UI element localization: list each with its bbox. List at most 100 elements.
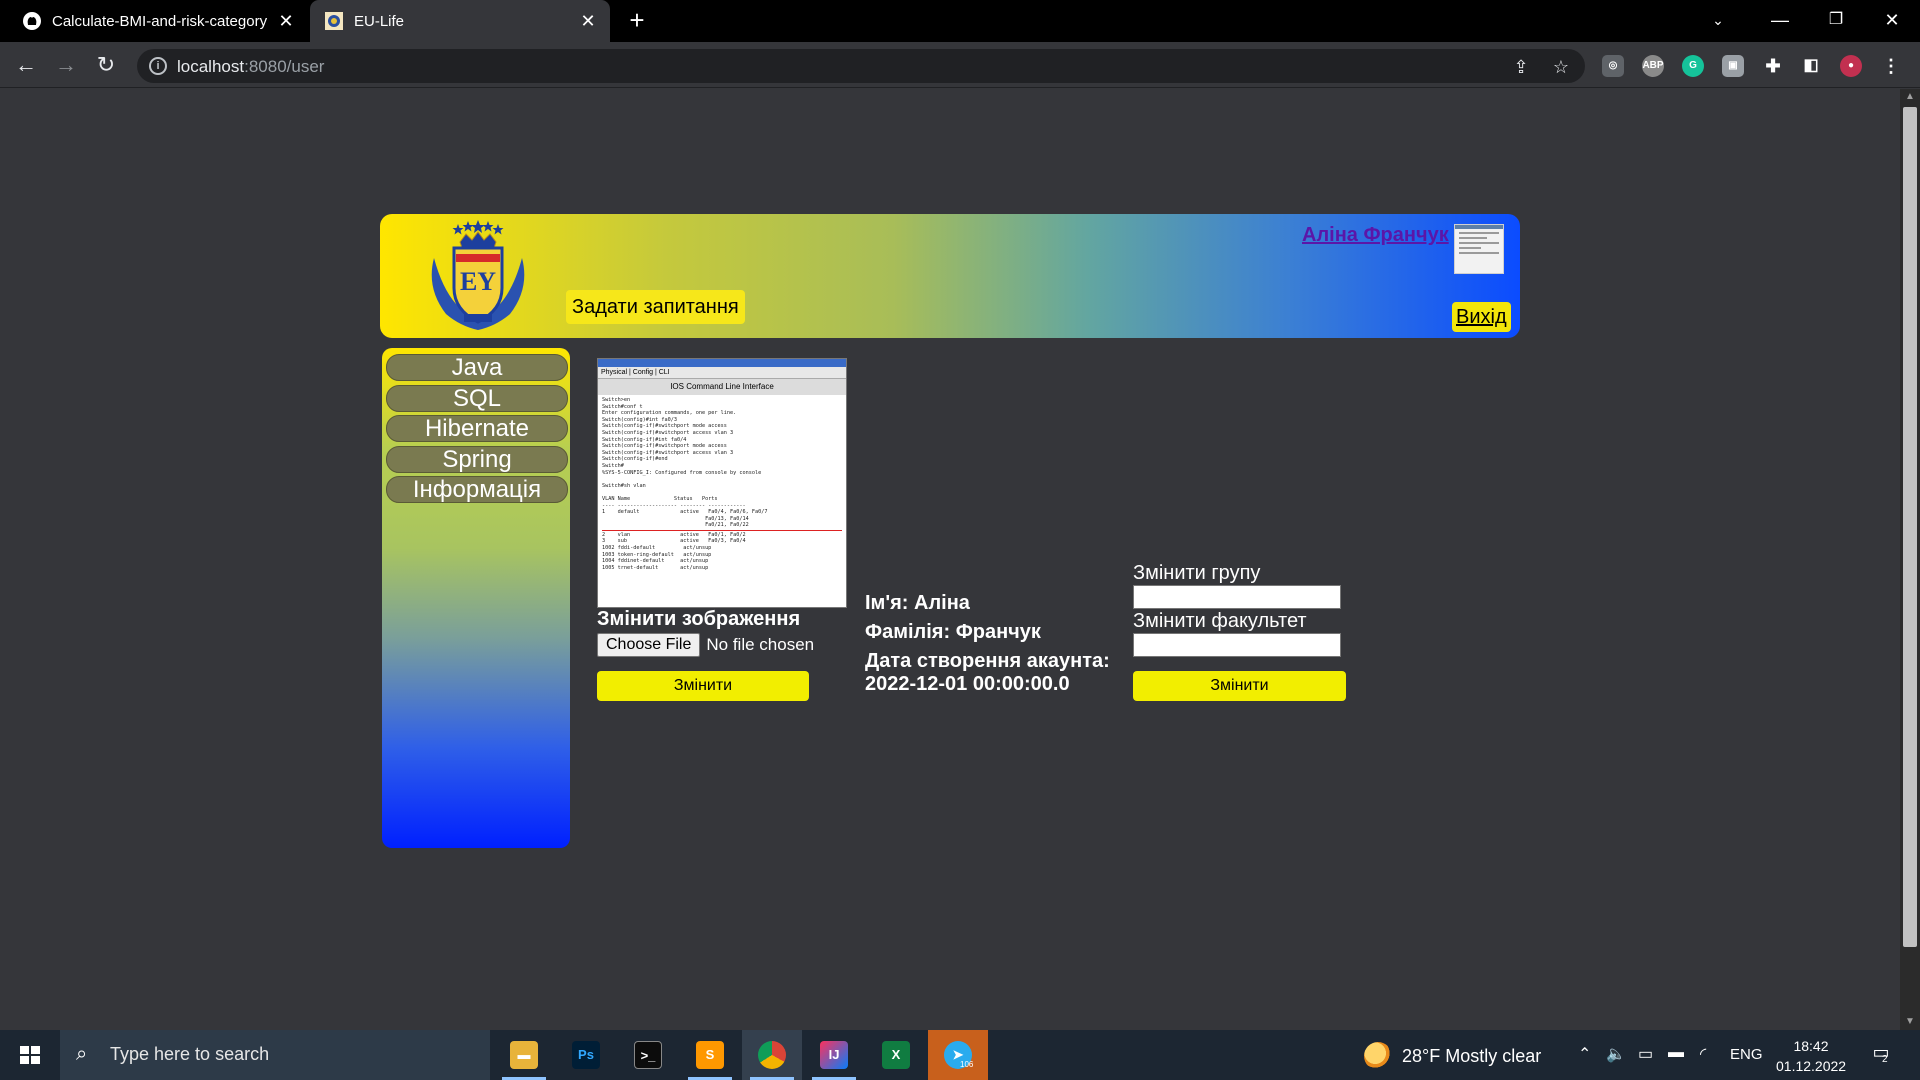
telegram-app[interactable]: ➤ 106 (928, 1030, 988, 1080)
profile-image: Physical | Config | CLI IOS Command Line… (597, 358, 847, 608)
github-icon (23, 12, 41, 30)
photoshop-app[interactable]: Ps (556, 1030, 616, 1080)
intellij-icon: IJ (820, 1041, 848, 1069)
choose-file-button[interactable]: Choose File (597, 633, 701, 657)
close-tab-icon[interactable]: ✕ (274, 11, 298, 32)
chrome-icon (758, 1041, 786, 1069)
site-info-icon[interactable]: i (149, 57, 167, 75)
chrome-app[interactable] (742, 1030, 802, 1080)
extensions-puzzle-icon[interactable]: ✚ (1762, 55, 1784, 77)
ask-question-button[interactable]: Задати запитання (566, 290, 745, 324)
change-group-label: Змінити групу (1133, 562, 1261, 584)
file-picker: Choose File No file chosen (597, 633, 814, 657)
user-last-name: Фамілія: Франчук (865, 621, 1041, 643)
clock-date: 01.12.2022 (1776, 1058, 1847, 1074)
site-header: EY Задати запитання Аліна Франчук Вихід (380, 214, 1520, 338)
back-arrow-icon[interactable]: ← (10, 50, 42, 82)
photoshop-icon: Ps (572, 1041, 600, 1069)
url-path: :8080/user (244, 57, 325, 76)
image-menu: Physical | Config | CLI (598, 367, 846, 379)
avatar-line (1459, 252, 1499, 254)
tab-eu-life[interactable]: EU-Life ✕ (310, 0, 610, 42)
user-first-name: Ім'я: Аліна (865, 592, 970, 614)
profile-avatar[interactable]: ● (1840, 55, 1862, 77)
image-caption: IOS Command Line Interface (598, 379, 846, 395)
weather-widget[interactable]: 28°F Mostly clear (1364, 1042, 1541, 1070)
terminal-app[interactable]: >_ (618, 1030, 678, 1080)
reload-icon[interactable]: ↻ (90, 50, 122, 82)
more-menu-icon[interactable]: ⋮ (1880, 55, 1902, 77)
windows-start-icon[interactable] (0, 1030, 60, 1080)
device-icon[interactable]: ▭ (1638, 1044, 1653, 1064)
share-icon[interactable]: ⇪ (1511, 57, 1531, 77)
scroll-down-arrow-icon[interactable]: ▼ (1900, 1014, 1920, 1030)
change-image-label: Змінити зображення (597, 608, 801, 630)
sidebar-item-sql[interactable]: SQL (386, 385, 568, 412)
sidebar-item-hibernate[interactable]: Hibernate (386, 415, 568, 442)
adblock-plus-icon[interactable]: ABP (1642, 55, 1664, 77)
grammarly-icon[interactable]: G (1682, 55, 1704, 77)
excel-app[interactable]: X (866, 1030, 926, 1080)
address-bar[interactable]: i localhost:8080/user ⇪ ☆ (137, 49, 1585, 83)
notification-count: 2 (1882, 1054, 1888, 1065)
sublime-text-app[interactable]: S (680, 1030, 740, 1080)
image-highlight-line (602, 529, 842, 531)
account-created-value: 2022-12-01 00:00:00.0 (865, 673, 1070, 695)
tab-search-icon[interactable]: ⌄ (1690, 0, 1746, 42)
file-explorer-app[interactable]: ▬ (494, 1030, 554, 1080)
tab-title: EU-Life (354, 12, 405, 30)
avatar-titlebar (1455, 225, 1503, 229)
tab-github[interactable]: Calculate-BMI-and-risk-category ✕ (8, 0, 308, 42)
restore-icon[interactable]: ❐ (1808, 0, 1864, 42)
minimize-icon[interactable]: — (1752, 0, 1808, 42)
sidebar-nav: Java SQL Hibernate Spring Інформація (382, 348, 570, 848)
wifi-icon[interactable]: ◜ (1700, 1044, 1706, 1064)
search-icon: ⌕ (76, 1043, 88, 1065)
user-avatar[interactable] (1454, 224, 1504, 274)
battery-icon[interactable]: ▬ (1668, 1044, 1684, 1062)
file-status: No file chosen (706, 635, 815, 654)
extension-icon[interactable]: ◎ (1602, 55, 1624, 77)
folder-icon: ▬ (510, 1041, 538, 1069)
svg-text:EY: EY (460, 267, 496, 296)
group-input[interactable] (1133, 585, 1341, 609)
intellij-app[interactable]: IJ (804, 1030, 864, 1080)
tray-chevron-icon[interactable]: ⌃ (1578, 1044, 1591, 1064)
excel-icon: X (882, 1041, 910, 1069)
close-tab-icon[interactable]: ✕ (576, 11, 600, 32)
sidebar-item-spring[interactable]: Spring (386, 446, 568, 473)
user-profile-link[interactable]: Аліна Франчук (1302, 224, 1449, 247)
sidebar-item-java[interactable]: Java (386, 354, 568, 381)
notification-center-icon[interactable]: ▭ 2 (1868, 1042, 1894, 1068)
sublime-icon: S (696, 1041, 724, 1069)
sidebar-item-information[interactable]: Інформація (386, 476, 568, 503)
taskbar-clock[interactable]: 18:42 01.12.2022 (1776, 1036, 1846, 1076)
url-host: localhost (177, 57, 245, 76)
forward-arrow-icon[interactable]: → (50, 50, 82, 82)
language-indicator[interactable]: ENG (1730, 1046, 1763, 1063)
extension-icon[interactable]: ▣ (1722, 55, 1744, 77)
windows-taskbar: ⌕ Type here to search ▬ Ps >_ S IJ X ➤ 10… (0, 1030, 1920, 1080)
avatar-line (1459, 247, 1481, 249)
change-info-button[interactable]: Змінити (1133, 671, 1346, 701)
image-titlebar (598, 359, 846, 367)
avatar-line (1459, 242, 1499, 244)
page-scrollbar[interactable]: ▲ ▼ (1900, 89, 1920, 1030)
logout-button[interactable]: Вихід (1452, 302, 1511, 332)
new-tab-button[interactable]: + (622, 6, 652, 36)
scroll-up-arrow-icon[interactable]: ▲ (1900, 89, 1920, 105)
eu-life-favicon (325, 12, 343, 30)
change-faculty-label: Змінити факультет (1133, 610, 1307, 632)
window-close-icon[interactable]: ✕ (1864, 0, 1920, 42)
faculty-input[interactable] (1133, 633, 1341, 657)
taskbar-search[interactable]: ⌕ Type here to search (60, 1030, 490, 1080)
weather-moon-icon (1364, 1042, 1392, 1070)
change-image-button[interactable]: Змінити (597, 671, 809, 701)
weather-text: 28°F Mostly clear (1402, 1045, 1542, 1066)
side-panel-icon[interactable]: ◧ (1800, 55, 1822, 77)
volume-icon[interactable]: 🔈 (1606, 1044, 1626, 1064)
eu-logo: EY (431, 220, 525, 330)
scrollbar-thumb[interactable] (1903, 107, 1917, 947)
bookmark-star-icon[interactable]: ☆ (1551, 57, 1571, 77)
browser-tab-bar: Calculate-BMI-and-risk-category ✕ EU-Lif… (0, 0, 1920, 42)
